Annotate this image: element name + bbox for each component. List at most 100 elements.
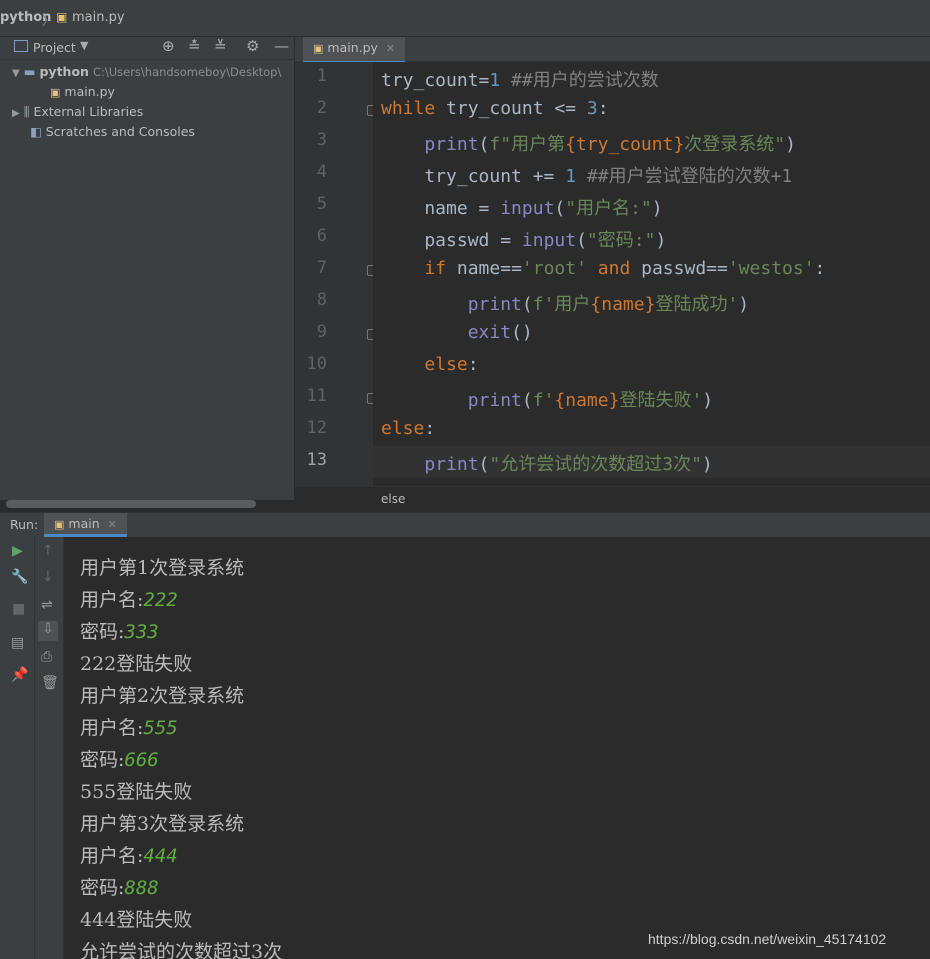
run-panel-header: Run: ▣ main ✕ (0, 512, 930, 538)
code-line-8: print(f'用户{name}登陆成功') (467, 294, 750, 315)
chevron-right-icon: 〉 (42, 14, 56, 29)
editor-tabs: ▣ main.py ✕ (295, 37, 930, 64)
expand-all-icon[interactable]: ≛ (188, 37, 201, 55)
code-line-1: try_count=1 ##用户的尝试次数 (381, 70, 659, 91)
tree-scratches-label: Scratches and Consoles (45, 124, 195, 139)
trash-icon[interactable]: 🗑 (41, 675, 59, 691)
line-number: 6 (316, 226, 327, 246)
chevron-right-icon: ▶ (12, 108, 20, 119)
code-line-12: else: (381, 418, 436, 439)
tree-item-main-py[interactable]: ▣ main.py (50, 82, 115, 102)
down-arrow-icon[interactable]: ↓ (42, 569, 54, 585)
line-number: 2 (316, 98, 327, 118)
line-number: 10 (306, 354, 327, 374)
tab-label: main.py (327, 40, 378, 55)
tree-item-external-libraries[interactable]: ▶ ⫼ External Libraries (12, 102, 143, 122)
tree-external-label: External Libraries (33, 104, 144, 119)
line-number: 5 (316, 194, 327, 214)
console-line: 用户第2次登录系统 (80, 685, 245, 707)
chevron-down-icon: ▼ (12, 68, 20, 79)
line-number: 1 (316, 66, 327, 86)
hide-panel-icon[interactable]: — (274, 37, 289, 55)
tree-root-name: python (39, 64, 89, 79)
python-file-icon: ▣ (50, 86, 61, 99)
library-icon: ⫼ (23, 104, 30, 119)
code-line-3: print(f"用户第{try_count}次登录系统") (424, 134, 796, 155)
console-line: 密码:333 (80, 621, 159, 643)
run-icon[interactable]: ▶ (12, 543, 23, 559)
console-line: 222登陆失败 (80, 653, 193, 675)
line-number: 12 (306, 418, 327, 438)
watermark: https://blog.csdn.net/weixin_45174102 (648, 931, 887, 947)
code-line-10: else: (424, 354, 479, 375)
close-icon[interactable]: ✕ (108, 518, 117, 531)
project-view-icon (14, 40, 28, 52)
tree-root-path: C:\Users\handsomeboy\Desktop\ (92, 65, 282, 79)
line-number: 9 (316, 322, 327, 342)
code-line-11: print(f'{name}登陆失败') (467, 390, 714, 411)
stop-icon[interactable]: ■ (12, 601, 25, 617)
project-tree: ▼ ▬ python C:\Users\handsomeboy\Desktop\… (0, 60, 294, 500)
console-line: 密码:888 (80, 877, 159, 899)
breadcrumb-file[interactable]: main.py (72, 10, 125, 25)
editor-gutter: 1 2 3 4 5 6 7 8 9 10 11 12 13 (295, 62, 378, 486)
code-editor[interactable]: try_count=1 ##用户的尝试次数 while try_count <=… (373, 62, 930, 486)
run-label: Run: (10, 517, 39, 532)
wrench-icon[interactable]: 🔧 (11, 569, 28, 585)
code-line-5: name = input("用户名:") (381, 198, 663, 219)
code-line-13: print("允许尝试的次数超过3次") (424, 454, 713, 475)
line-number: 8 (316, 290, 327, 310)
code-line-7: if name=='root' and passwd=='westos': (424, 258, 826, 279)
layout-icon[interactable]: ▤ (11, 635, 24, 651)
tree-item-scratches[interactable]: ◧ Scratches and Consoles (30, 122, 195, 142)
code-line-6: passwd = input("密码:") (381, 230, 667, 251)
locate-icon[interactable]: ⊕ (162, 37, 175, 55)
console-line: 用户第3次登录系统 (80, 813, 245, 835)
code-line-4: try_count += 1 ##用户尝试登陆的次数+1 (381, 166, 793, 187)
tree-item-python[interactable]: ▼ ▬ python C:\Users\handsomeboy\Desktop\ (12, 62, 281, 82)
console-line: 444登陆失败 (80, 909, 193, 931)
project-view-selector[interactable]: Project (33, 40, 76, 55)
console-line: 密码:666 (80, 749, 159, 771)
project-panel-header: Project ▼ ⊕ ≛ ≚ ⚙ — (0, 37, 294, 60)
line-number-current: 13 (306, 450, 327, 470)
close-icon[interactable]: ✕ (386, 42, 395, 55)
python-file-icon: ▣ (54, 518, 65, 531)
line-number: 3 (316, 130, 327, 150)
tab-main-py[interactable]: ▣ main.py ✕ (303, 37, 406, 64)
run-tab-main[interactable]: ▣ main ✕ (44, 513, 127, 537)
print-icon[interactable]: ⎙ (41, 649, 52, 665)
console-line: 用户第1次登录系统 (80, 557, 245, 579)
run-toolbar-right: ↑ ↓ ⇌ ⇩ ⎙ 🗑 (35, 537, 64, 959)
console-line: 用户名:444 (80, 845, 178, 867)
code-context[interactable]: else (381, 492, 405, 506)
run-toolbar-left: ▶ 🔧 ■ ▤ 📌 (0, 537, 35, 959)
python-file-icon: ▣ (313, 42, 324, 55)
gear-icon[interactable]: ⚙ (246, 37, 259, 55)
code-line-2: while try_count <= 3: (381, 98, 609, 119)
run-tab-label: main (68, 516, 100, 531)
line-number: 4 (316, 162, 327, 182)
console-line: 用户名:222 (80, 589, 178, 611)
breadcrumb: python 〉 ▣ main.py (0, 0, 930, 37)
folder-icon: ▬ (23, 64, 36, 79)
console-output[interactable]: ·· ·· ······ ·········· ······· ····· ··… (64, 537, 930, 959)
soft-wrap-icon[interactable]: ⇌ (41, 597, 53, 613)
scroll-to-end-icon[interactable]: ⇩ (38, 621, 58, 641)
project-scrollbar[interactable] (6, 500, 256, 508)
console-line: 用户名:555 (80, 717, 178, 739)
console-line: 允许尝试的次数超过3次 (80, 941, 283, 959)
pin-icon[interactable]: 📌 (11, 667, 28, 683)
scratches-icon: ◧ (30, 124, 42, 139)
code-line-9: exit() (467, 322, 533, 343)
collapse-all-icon[interactable]: ≚ (214, 37, 227, 55)
line-number: 11 (306, 386, 327, 406)
up-arrow-icon[interactable]: ↑ (42, 543, 54, 559)
console-cut-line: ·· ·· ······ ·········· ······· ····· ··… (80, 537, 592, 543)
chevron-down-icon[interactable]: ▼ (80, 39, 88, 52)
tree-file-name: main.py (64, 84, 115, 99)
editor-breadcrumb: else (295, 486, 930, 511)
console-line: 555登陆失败 (80, 781, 193, 803)
python-file-icon: ▣ (56, 10, 68, 24)
line-number: 7 (316, 258, 327, 278)
